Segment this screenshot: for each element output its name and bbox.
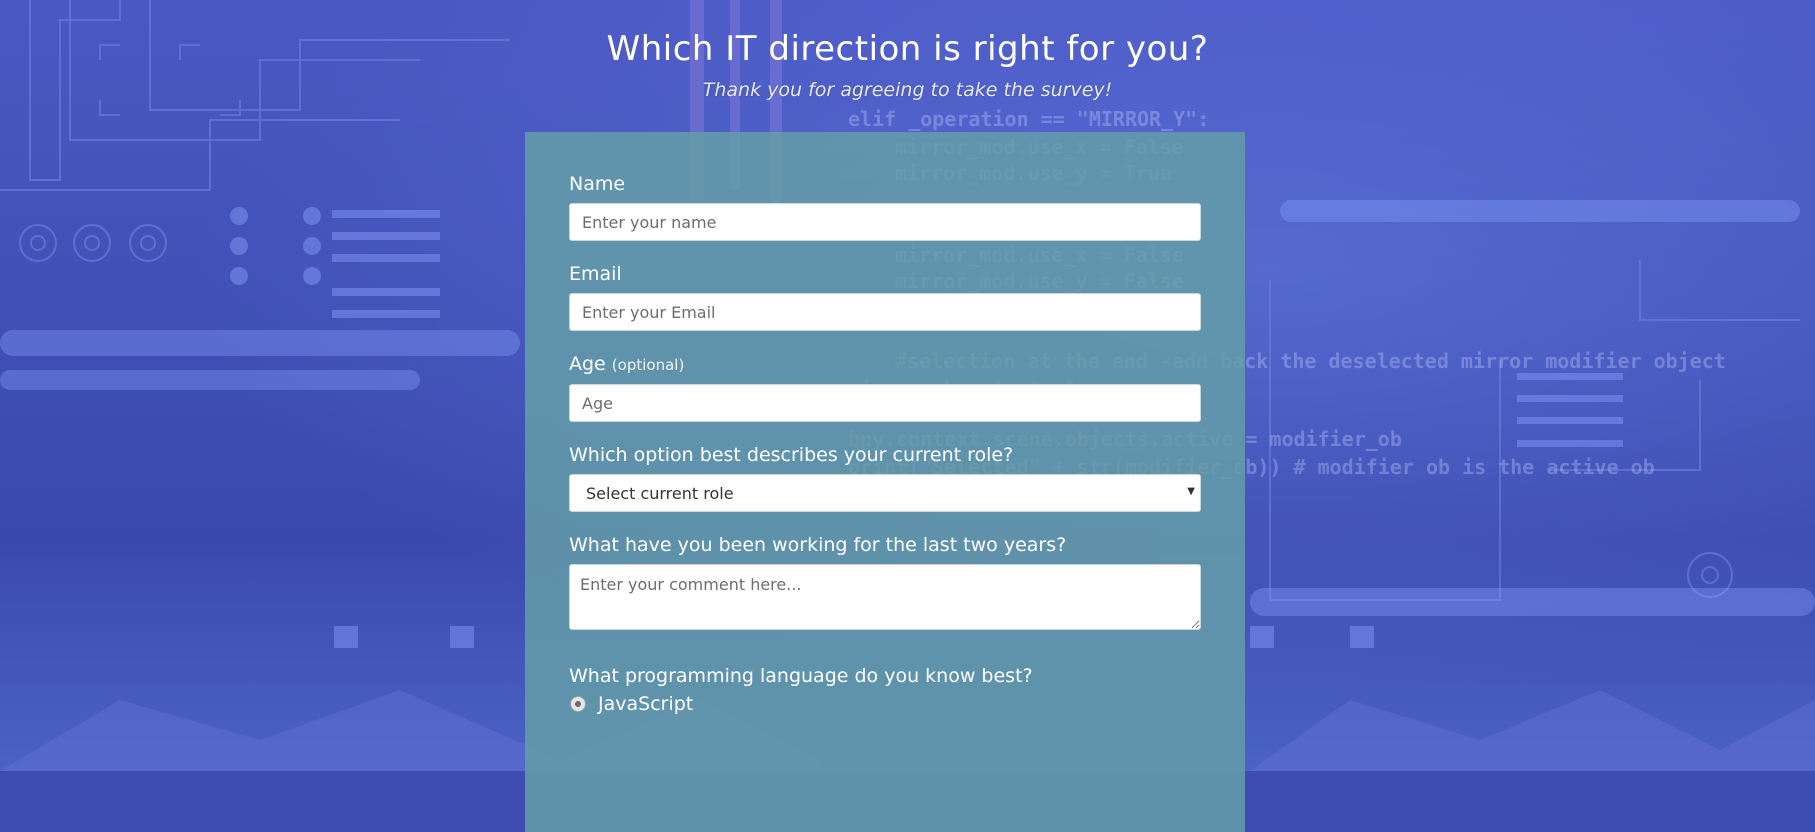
role-field-group: Which option best describes your current…: [569, 443, 1201, 512]
radio-option-javascript[interactable]: JavaScript: [569, 691, 1201, 717]
email-field-group: Email: [569, 262, 1201, 331]
svg-text:elif _operation == "MIRROR_Y":: elif _operation == "MIRROR_Y":: [848, 107, 1209, 131]
name-label: Name: [569, 173, 626, 195]
page-subtitle: Thank you for agreeing to take the surve…: [702, 79, 1113, 101]
role-select[interactable]: Select current role: [569, 474, 1201, 512]
age-input[interactable]: [569, 384, 1201, 422]
language-label: What programming language do you know be…: [569, 665, 1033, 687]
radio-label-javascript: JavaScript: [598, 693, 694, 715]
name-input[interactable]: [569, 203, 1201, 241]
role-label: Which option best describes your current…: [569, 444, 1014, 466]
age-label-wrap: Age (optional): [569, 352, 1201, 377]
work-field-group: What have you been working for the last …: [569, 533, 1201, 634]
survey-form: Name Email Age (optional) Which option b…: [525, 132, 1245, 832]
work-comment-textarea[interactable]: [569, 564, 1201, 630]
email-input[interactable]: [569, 293, 1201, 331]
role-select-wrap: Select current role ▼: [569, 474, 1201, 512]
age-optional-hint: (optional): [611, 356, 685, 374]
name-field-group: Name: [569, 172, 1201, 241]
page-title: Which IT direction is right for you?: [606, 29, 1209, 69]
email-label: Email: [569, 263, 622, 285]
age-label: Age: [569, 353, 606, 375]
radio-button[interactable]: [570, 696, 586, 712]
language-field-group: What programming language do you know be…: [569, 664, 1201, 717]
work-label: What have you been working for the last …: [569, 534, 1067, 556]
page-header: Which IT direction is right for you? Tha…: [0, 20, 1815, 102]
age-field-group: Age (optional): [569, 352, 1201, 422]
